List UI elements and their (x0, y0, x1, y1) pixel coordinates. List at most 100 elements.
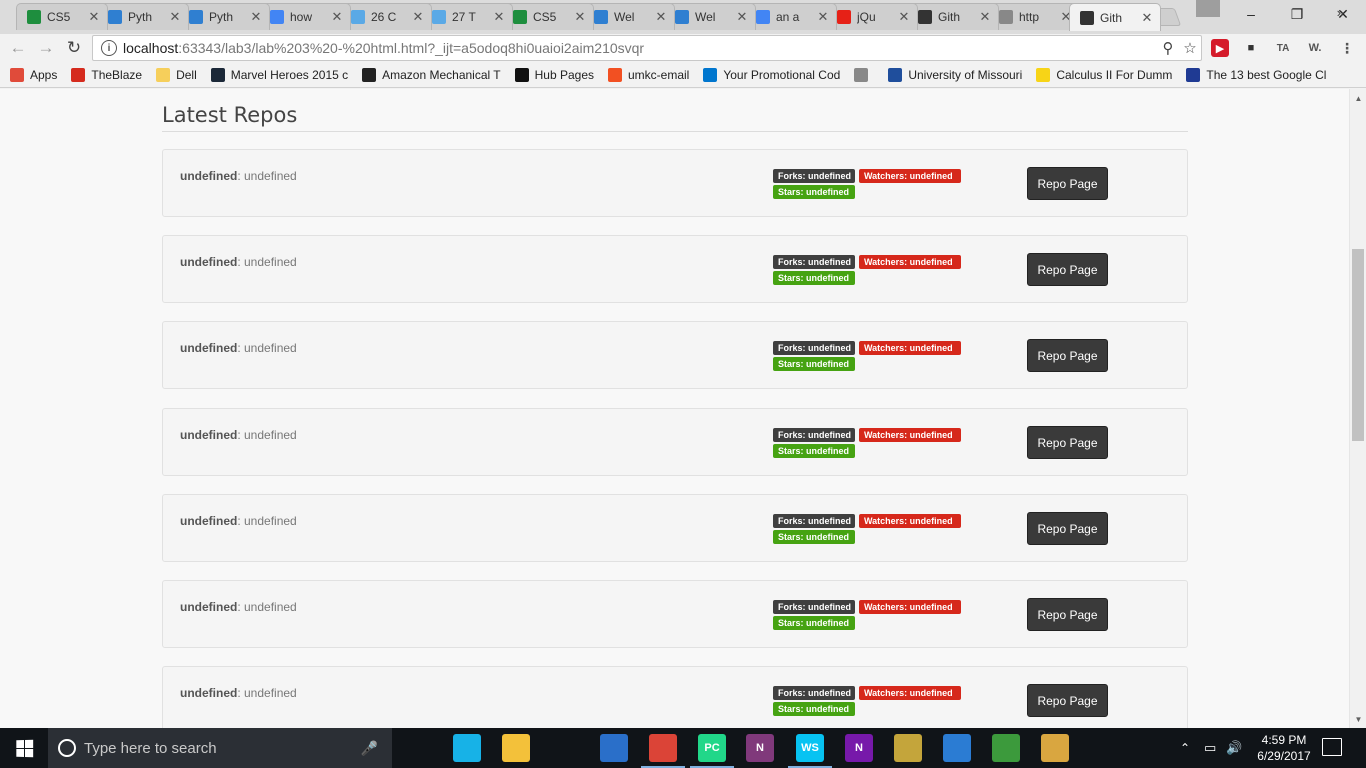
extension-icon-2[interactable]: ■ (1242, 39, 1260, 57)
close-tab-icon[interactable]: ✕ (330, 9, 344, 25)
bookmarks-overflow-icon[interactable]: » (1337, 5, 1344, 20)
onenote-icon[interactable]: N (746, 734, 774, 762)
tab-title: 26 C (371, 10, 397, 24)
close-tab-icon[interactable]: ✕ (168, 9, 182, 25)
scroll-up-icon[interactable]: ▲ (1350, 91, 1366, 105)
browser-tab[interactable]: 27 T ✕ (421, 3, 513, 30)
browser-tab[interactable]: an a ✕ (745, 3, 837, 30)
browser-tab[interactable]: CS5 ✕ (16, 3, 108, 30)
browser-tab[interactable]: CS5 ✕ (502, 3, 594, 30)
close-tab-icon[interactable]: ✕ (654, 9, 668, 25)
file-explorer-icon[interactable] (502, 734, 530, 762)
repo-page-button[interactable]: Repo Page (1027, 253, 1108, 286)
taskbar-search-box[interactable]: Type here to search 🎤 (48, 728, 392, 768)
close-tab-icon[interactable]: ✕ (411, 9, 425, 25)
extension-icon-w[interactable]: W. (1306, 39, 1324, 57)
close-tab-icon[interactable]: ✕ (735, 9, 749, 25)
close-tab-icon[interactable]: ✕ (978, 9, 992, 25)
bookmark-item[interactable]: umkc-email (608, 67, 689, 82)
repo-page-button[interactable]: Repo Page (1027, 598, 1108, 631)
start-button[interactable] (0, 728, 48, 768)
winrar-icon[interactable] (894, 734, 922, 762)
close-tab-icon[interactable]: ✕ (816, 9, 830, 25)
kodi-icon[interactable] (453, 734, 481, 762)
dell-icon (703, 67, 718, 82)
repo-page-button[interactable]: Repo Page (1027, 426, 1108, 459)
watchers-badge: Watchers: undefined (859, 169, 961, 183)
paint-icon[interactable] (1041, 734, 1069, 762)
back-button[interactable]: ← (8, 38, 28, 58)
menu-icon[interactable]: ⋮ (1338, 39, 1356, 57)
bookmark-item[interactable]: Apps (10, 67, 57, 82)
repo-card: undefined: undefined Forks: undefined Watc… (162, 321, 1188, 389)
close-tab-icon[interactable]: ✕ (87, 9, 101, 25)
chrome-icon[interactable] (641, 734, 685, 768)
store-icon[interactable] (551, 734, 579, 762)
bookmark-label: Calculus II For Dumm (1056, 67, 1173, 82)
bookmark-star-icon[interactable]: ☆ (1179, 39, 1201, 57)
thunderbird-icon[interactable] (600, 734, 628, 762)
bookmark-item[interactable]: The 13 best Google Cl (1186, 67, 1326, 82)
notepad-icon[interactable] (992, 734, 1020, 762)
tab-title: Wel (614, 10, 635, 24)
onenote2-icon[interactable]: N (845, 734, 873, 762)
extension-icon-1[interactable]: ▶ (1211, 39, 1229, 57)
close-tab-icon[interactable]: ✕ (492, 9, 506, 25)
close-tab-icon[interactable]: ✕ (1140, 10, 1154, 26)
browser-toolbar: ← → ↻ i localhost:63343/lab3/lab%203%20-… (0, 34, 1366, 62)
repo-card: undefined: undefined Forks: undefined Watc… (162, 149, 1188, 217)
microphone-icon[interactable]: 🎤 (361, 740, 378, 757)
browser-tab[interactable]: Gith ✕ (1069, 3, 1161, 31)
bookmark-item[interactable]: Your Promotional Cod (703, 67, 840, 82)
repo-page-button[interactable]: Repo Page (1027, 684, 1108, 717)
close-tab-icon[interactable]: ✕ (573, 9, 587, 25)
browser-tab[interactable]: jQu ✕ (826, 3, 918, 30)
bookmark-item[interactable]: Dell (156, 67, 197, 82)
taskbar-clock[interactable]: 4:59 PM 6/29/2017 (1248, 732, 1320, 764)
pycharm-icon[interactable]: PC (690, 734, 734, 768)
reload-button[interactable]: ↻ (64, 38, 84, 58)
task-view-icon[interactable] (402, 734, 430, 762)
restore-button[interactable]: ❐ (1274, 0, 1320, 28)
scroll-down-icon[interactable]: ▼ (1350, 712, 1366, 726)
zoom-icon[interactable]: ⚲ (1157, 39, 1179, 57)
bookmark-item[interactable]: Amazon Mechanical T (362, 67, 501, 82)
bookmark-item[interactable]: TheBlaze (71, 67, 142, 82)
browser-tab[interactable]: 26 C ✕ (340, 3, 432, 30)
close-tab-icon[interactable]: ✕ (249, 9, 263, 25)
repo-page-button[interactable]: Repo Page (1027, 167, 1108, 200)
browser-tab[interactable]: Pyth ✕ (178, 3, 270, 30)
browser-tab[interactable]: Gith ✕ (907, 3, 999, 30)
show-hidden-icons[interactable]: ⌃ (1180, 728, 1190, 768)
minimize-button[interactable]: – (1228, 0, 1274, 28)
bookmark-item[interactable]: University of Missouri (888, 67, 1022, 82)
tab-title: CS5 (533, 10, 557, 24)
browser-tab[interactable]: Pyth ✕ (97, 3, 189, 30)
close-tab-icon[interactable]: ✕ (897, 9, 911, 25)
bookmark-item[interactable]: Marvel Heroes 2015 c (210, 67, 348, 82)
youtube-icon (837, 10, 851, 24)
extension-icon-ta[interactable]: TA (1274, 39, 1292, 57)
url-text[interactable]: localhost:63343/lab3/lab%203%20-%20html.… (123, 40, 1157, 56)
browser-tab[interactable]: Wel ✕ (664, 3, 756, 30)
scrollbar-thumb[interactable] (1352, 249, 1364, 441)
volume-icon[interactable]: 🔊 (1226, 728, 1242, 768)
address-bar[interactable]: i localhost:63343/lab3/lab%203%20-%20htm… (92, 35, 1202, 61)
browser-tab[interactable]: http ✕ (988, 3, 1080, 30)
repo-page-button[interactable]: Repo Page (1027, 512, 1108, 545)
app-icon[interactable] (943, 734, 971, 762)
bookmark-item[interactable]: Hub Pages (514, 67, 594, 82)
browser-tab[interactable]: Wel ✕ (583, 3, 675, 30)
repo-description: undefined (244, 428, 297, 442)
profile-button[interactable] (1196, 0, 1220, 17)
bookmark-item[interactable] (854, 67, 874, 82)
battery-icon[interactable]: ▭ (1204, 728, 1216, 768)
forward-button[interactable]: → (36, 38, 56, 58)
action-center-icon[interactable] (1322, 738, 1342, 756)
webstorm-icon[interactable]: WS (788, 734, 832, 768)
site-info-icon[interactable]: i (101, 40, 117, 56)
bookmark-item[interactable]: Calculus II For Dumm (1036, 67, 1173, 82)
repo-page-button[interactable]: Repo Page (1027, 339, 1108, 372)
browser-tab[interactable]: how ✕ (259, 3, 351, 30)
scrollbar[interactable]: ▲ ▼ (1349, 89, 1366, 728)
